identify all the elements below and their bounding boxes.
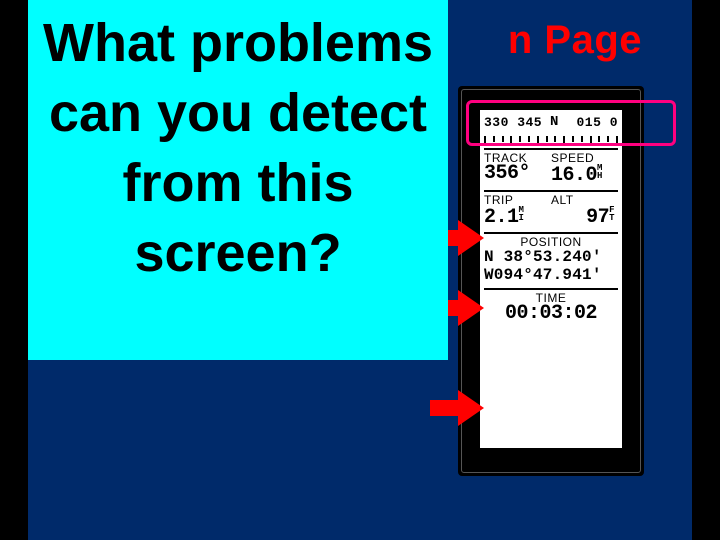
time-value: 00:03:02 (484, 304, 618, 324)
compass-north-marker: N (550, 115, 559, 129)
speed-label: SPEED (551, 152, 618, 164)
compass-reading-left: 330 345 (484, 115, 542, 130)
trip-label: TRIP (484, 194, 551, 206)
trip-field: TRIP 2.1MI (484, 194, 551, 228)
compass-ticks (484, 136, 618, 146)
trip-alt-row: TRIP 2.1MI ALT 97FT (484, 192, 618, 234)
slide-background: n Page 330 345 N 015 0 TRACK 356° (28, 0, 692, 540)
position-lat: N 38°53.240' (484, 248, 618, 266)
alt-label: ALT (551, 194, 618, 206)
speed-value: 16.0MH (551, 164, 618, 186)
speed-field: SPEED 16.0MH (551, 152, 618, 186)
track-speed-row: TRACK 356° SPEED 16.0MH (484, 150, 618, 192)
track-field: TRACK 356° (484, 152, 551, 186)
question-text: What problems can you detect from this s… (28, 0, 448, 288)
page-title-fragment: n Page (508, 18, 642, 63)
time-row: TIME 00:03:02 (484, 290, 618, 328)
question-callout: What problems can you detect from this s… (28, 0, 448, 360)
position-label: POSITION (484, 236, 618, 248)
position-lon: W094°47.941' (484, 266, 618, 284)
compass-strip: 330 345 N 015 0 (484, 114, 618, 150)
compass-reading-right: 015 0 (576, 116, 618, 130)
trip-value: 2.1MI (484, 206, 551, 228)
track-value: 356° (484, 164, 551, 184)
position-row: POSITION N 38°53.240' W094°47.941' (484, 234, 618, 290)
alt-field: ALT 97FT (551, 194, 618, 228)
gps-screen: 330 345 N 015 0 TRACK 356° SPEED 16.0MH (480, 110, 622, 448)
arrow-icon (430, 390, 490, 426)
alt-value: 97FT (551, 206, 618, 228)
